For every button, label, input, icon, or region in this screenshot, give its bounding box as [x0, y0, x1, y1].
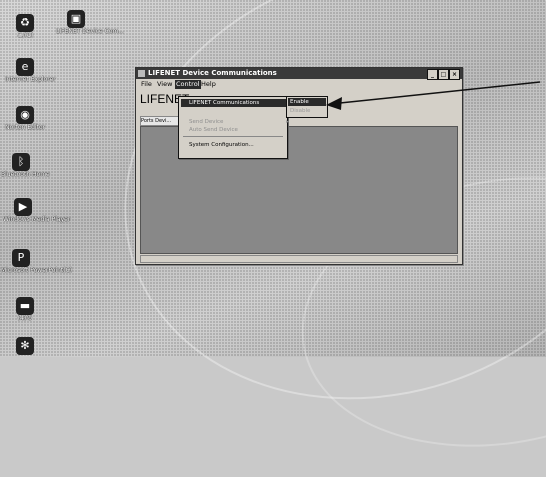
bluetooth-icon: ᛒ: [12, 153, 30, 171]
desktop-icon-norton[interactable]: ◉ Norton Editor: [5, 106, 45, 131]
menu-control[interactable]: Control: [175, 80, 201, 89]
chevron-right-icon: ▸: [286, 119, 289, 125]
menu-item-auto-send-device[interactable]: Auto Send Device: [181, 126, 293, 134]
control-dropdown-menu: LIFENET Communications ▸ Send Device ▸ A…: [178, 96, 293, 159]
powerpoint-icon: P: [12, 249, 30, 267]
close-icon[interactable]: ×: [449, 69, 460, 80]
menu-item-system-configuration[interactable]: System Configuration...: [181, 141, 293, 149]
desktop-icon-recycle-bin[interactable]: ♻ こ/(1): [5, 14, 45, 39]
lifenet-shortcut-icon: ▣: [67, 10, 85, 28]
menu-item-send-device[interactable]: Send Device ▸: [181, 118, 293, 126]
app-icon: ✻: [16, 337, 34, 355]
desktop-icon-folder[interactable]: ▬ (4)の: [5, 297, 45, 322]
submenu-item-disable[interactable]: Disable: [288, 107, 326, 115]
desktop-icon-lifenet[interactable]: ▣ LIFENET Device Com...: [56, 10, 124, 35]
app-titlebar-icon: [138, 70, 145, 77]
window-title: LIFENET Device Communications: [148, 69, 277, 77]
status-bar: [140, 255, 458, 263]
minimize-icon[interactable]: _: [427, 69, 438, 80]
recycle-bin-icon: ♻: [16, 14, 34, 32]
menu-file[interactable]: File: [140, 80, 153, 89]
norton-icon: ◉: [16, 106, 34, 124]
internet-explorer-icon: e: [16, 58, 34, 76]
desktop-icon-bluetooth[interactable]: ᛒ Bluetooth Home: [1, 153, 50, 178]
folder-icon: ▬: [16, 297, 34, 315]
menu-view[interactable]: View: [156, 80, 173, 89]
menu-help[interactable]: Help: [200, 80, 217, 89]
lifenet-communications-submenu: Enable Disable: [286, 96, 328, 118]
ports-devices-header[interactable]: Ports Devi...: [140, 116, 182, 126]
submenu-item-enable[interactable]: Enable: [288, 98, 326, 106]
desktop-icon-app[interactable]: ✻: [5, 337, 45, 355]
desktop-icon-powerpoint[interactable]: P Microsoft PowerPoint(C): [1, 249, 72, 274]
menu-item-blank: [181, 108, 293, 116]
maximize-icon[interactable]: □: [438, 69, 449, 80]
menu-separator: [183, 136, 283, 137]
desktop-icon-media-player[interactable]: ▶ Windows Media Player: [3, 198, 70, 223]
media-player-icon: ▶: [14, 198, 32, 216]
menu-bar: File View Control Help: [136, 80, 462, 89]
desktop-icon-internet-explorer[interactable]: e Internet Explorer: [5, 58, 56, 83]
window-titlebar[interactable]: LIFENET Device Communications _ □ ×: [136, 68, 462, 80]
menu-item-lifenet-communications[interactable]: LIFENET Communications ▸: [181, 99, 293, 107]
